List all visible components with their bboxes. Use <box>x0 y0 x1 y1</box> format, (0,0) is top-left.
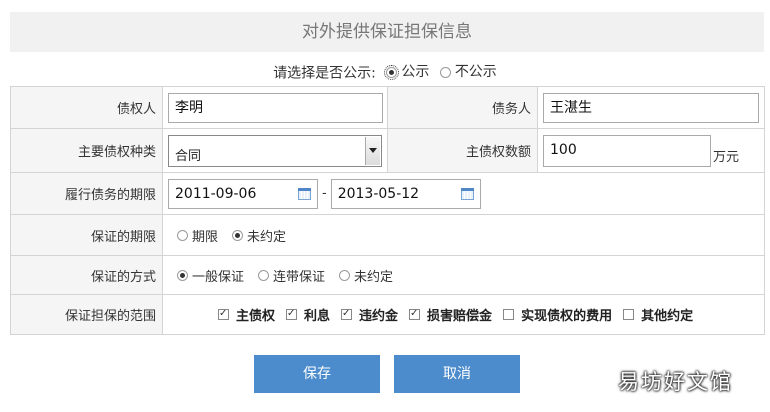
scope-item-other[interactable]: 其他约定 <box>623 305 693 324</box>
radio-public[interactable] <box>384 64 400 80</box>
scope-item-damages[interactable]: 损害赔偿金 <box>409 305 492 324</box>
period-end-value: 2013-05-12 <box>337 185 420 202</box>
period-separator: - <box>322 186 327 201</box>
period-start-value: 2011-09-06 <box>175 185 257 202</box>
publicity-option-private[interactable]: 不公示 <box>439 60 497 84</box>
guarantee-method-option-joint[interactable]: 连带保证 <box>258 266 325 285</box>
radio-joint[interactable] <box>258 269 270 281</box>
radio-private[interactable] <box>439 66 451 78</box>
checkbox-penalty[interactable] <box>341 307 353 321</box>
radio-term[interactable] <box>177 229 188 241</box>
save-button[interactable]: 保存 <box>254 355 380 393</box>
guarantee-form: 债权人 李明 债务人 王湛生 主要债权种类 合同 主债权数额 100 万元 履行… <box>10 86 765 335</box>
scope-item-principal-label: 主债权 <box>236 309 276 324</box>
creditor-label: 债权人 <box>10 86 163 129</box>
creditor-input[interactable]: 李明 <box>168 92 383 123</box>
radio-method-unspecified[interactable] <box>339 269 351 281</box>
watermark: 易坊好文馆 <box>618 370 733 394</box>
guarantee-period-label: 保证的期限 <box>10 214 163 256</box>
scope-item-interest[interactable]: 利息 <box>286 305 330 324</box>
form-row-parties: 债权人 李明 债务人 王湛生 <box>10 86 765 129</box>
chevron-down-icon[interactable] <box>365 136 380 165</box>
claim-type-select[interactable]: 合同 <box>168 134 382 167</box>
form-row-guarantee-method: 保证的方式 一般保证 连带保证 未约定 <box>10 255 765 295</box>
cancel-button[interactable]: 取消 <box>394 355 520 393</box>
publicity-option-public[interactable]: 公示 <box>384 60 430 84</box>
debtor-label: 债务人 <box>387 86 538 129</box>
scope-item-principal[interactable]: 主债权 <box>218 305 275 324</box>
debtor-input[interactable]: 王湛生 <box>543 92 759 123</box>
checkbox-costs[interactable] <box>503 309 515 320</box>
guarantee-method-label: 保证的方式 <box>10 255 163 295</box>
radio-unspecified[interactable] <box>232 229 244 241</box>
publicity-option-public-label: 公示 <box>401 64 430 80</box>
scope-label: 保证担保的范围 <box>10 294 163 335</box>
guarantee-method-option-joint-label: 连带保证 <box>273 269 326 285</box>
claim-amount-label: 主债权数额 <box>387 128 538 173</box>
guarantee-period-option-unspecified-label: 未约定 <box>247 229 287 245</box>
form-row-period: 履行债务的期限 2011-09-06 - 2013-05-12 <box>10 172 765 215</box>
form-row-scope: 保证担保的范围 主债权 利息 违约金 损害赔偿金 <box>10 294 765 335</box>
form-row-guarantee-period: 保证的期限 期限 未约定 <box>10 214 765 256</box>
scope-item-interest-label: 利息 <box>304 309 331 324</box>
checkbox-principal[interactable] <box>218 307 229 321</box>
form-row-claim: 主要债权种类 合同 主债权数额 100 万元 <box>10 128 765 173</box>
radio-general[interactable] <box>177 269 188 281</box>
guarantee-method-option-unspecified-label: 未约定 <box>354 269 394 285</box>
publicity-option-private-label: 不公示 <box>454 64 497 80</box>
scope-item-other-label: 其他约定 <box>641 309 694 324</box>
publicity-question: 请选择是否公示: <box>273 65 376 82</box>
scope-item-penalty-label: 违约金 <box>359 309 399 324</box>
checkbox-interest[interactable] <box>286 307 298 321</box>
scope-item-costs-label: 实现债权的费用 <box>521 309 613 324</box>
checkbox-other[interactable] <box>623 309 635 320</box>
guarantee-method-option-general-label: 一般保证 <box>192 269 245 285</box>
scope-item-costs[interactable]: 实现债权的费用 <box>503 305 612 324</box>
claim-type-label: 主要债权种类 <box>10 128 163 173</box>
claim-type-value: 合同 <box>175 148 202 164</box>
calendar-icon[interactable] <box>298 187 311 200</box>
scope-item-damages-label: 损害赔偿金 <box>427 309 493 324</box>
claim-amount-unit: 万元 <box>713 149 740 165</box>
period-start-input[interactable]: 2011-09-06 <box>168 178 318 209</box>
calendar-icon[interactable] <box>460 187 474 200</box>
scope-item-penalty[interactable]: 违约金 <box>341 305 398 324</box>
guarantee-method-option-general[interactable]: 一般保证 <box>177 266 244 285</box>
checkbox-damages[interactable] <box>409 307 421 321</box>
period-label: 履行债务的期限 <box>10 172 163 215</box>
guarantee-period-option-unspecified[interactable]: 未约定 <box>232 226 286 245</box>
guarantee-period-option-term-label: 期限 <box>192 229 219 245</box>
period-end-input[interactable]: 2013-05-12 <box>330 178 481 209</box>
guarantee-method-option-unspecified[interactable]: 未约定 <box>339 266 393 285</box>
page-title: 对外提供保证担保信息 <box>10 12 764 52</box>
claim-amount-input[interactable]: 100 <box>543 134 711 167</box>
publicity-selector: 请选择是否公示: 公示 不公示 <box>0 60 770 84</box>
guarantee-period-option-term[interactable]: 期限 <box>177 226 218 245</box>
